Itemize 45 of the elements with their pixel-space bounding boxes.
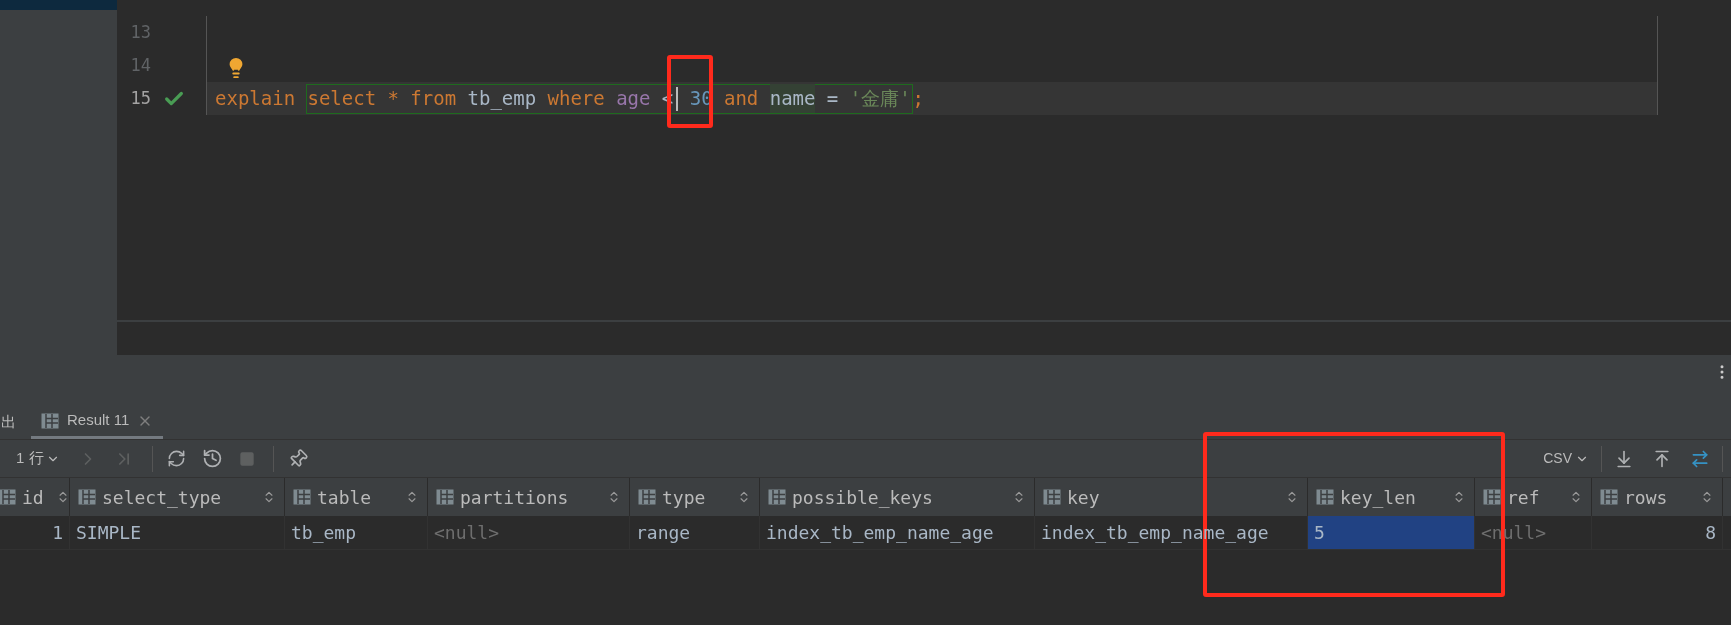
table-cell: range (630, 516, 760, 549)
table-icon (293, 489, 311, 505)
code-token: ; (912, 86, 925, 112)
code-token: select (307, 86, 377, 112)
table-icon (41, 412, 59, 429)
code-token: * (387, 86, 399, 112)
code-token: and (723, 86, 759, 112)
table-icon (78, 489, 96, 505)
code-token: '金庸' (849, 86, 911, 112)
table-cell: 1 (0, 516, 70, 549)
column-header[interactable]: id (0, 478, 70, 516)
table-cell: 5 (1308, 516, 1475, 549)
table-icon (638, 489, 656, 505)
upload-icon[interactable] (1652, 448, 1672, 469)
table-icon (1316, 489, 1334, 505)
page-size-dropdown[interactable]: 1 行 (16, 447, 60, 470)
line-number: 14 (129, 53, 151, 77)
history-icon[interactable] (201, 448, 223, 469)
download-icon[interactable] (1614, 448, 1634, 469)
code-token: where (547, 86, 605, 112)
table-icon (1483, 489, 1501, 505)
table-cell: SIMPLE (70, 516, 285, 549)
sort-icon[interactable] (1012, 490, 1026, 504)
code-token: tb_emp (467, 86, 537, 112)
table-icon (0, 489, 16, 505)
table-cell: 8 (1592, 516, 1723, 549)
compare-icon[interactable] (1690, 448, 1710, 469)
table-cell: index_tb_emp_name_age (760, 516, 1035, 549)
table-icon (1600, 489, 1618, 505)
table-icon (436, 489, 454, 505)
code-token: = (826, 86, 839, 112)
line-number: 13 (129, 20, 151, 44)
code-token: explain (215, 86, 296, 112)
refresh-icon[interactable] (166, 449, 186, 468)
code-token: age (616, 86, 651, 112)
table-icon (1043, 489, 1061, 505)
format-dropdown[interactable]: CSV (1543, 448, 1589, 469)
code-token: name (769, 84, 816, 113)
result-tab[interactable]: Result 11 (31, 405, 164, 439)
panel-tab[interactable]: 出 (1, 405, 23, 439)
table-cell: <null> (428, 516, 630, 549)
table-icon (768, 489, 786, 505)
line-number: 15 (129, 86, 151, 110)
table-cell: tb_emp (285, 516, 428, 549)
code-token: from (410, 86, 457, 112)
